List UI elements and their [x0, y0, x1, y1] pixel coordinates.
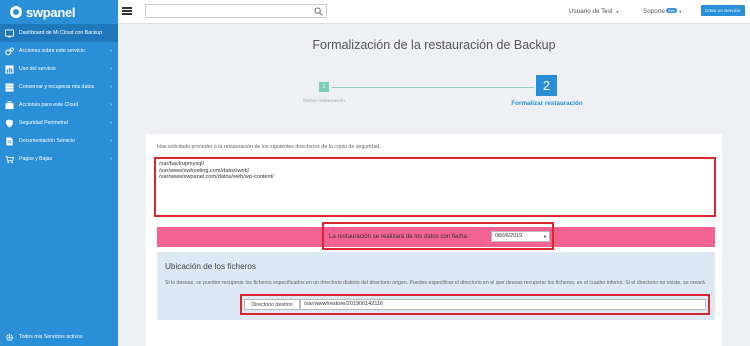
- location-description: Si lo deseas, se pueden recuperar los fi…: [165, 280, 707, 286]
- dashboard-icon: [5, 28, 14, 38]
- sidebar-item-label: Acciones sobre este servicio: [19, 48, 85, 54]
- chevron-down-icon: ▼: [543, 234, 547, 239]
- cart-icon: [5, 155, 14, 164]
- document-icon: [5, 136, 14, 146]
- sidebar-item-label: Uso del servicio: [19, 66, 56, 72]
- support-menu[interactable]: Soporte SW ▾: [643, 8, 681, 15]
- stepper-line: [332, 87, 534, 88]
- chevron-down-icon: ▾: [616, 9, 619, 14]
- sidebar-item-documentation[interactable]: Documentación Servicio ›: [0, 132, 118, 150]
- directory-item: /var/www/swhosting.com/datos/web/: [159, 167, 250, 174]
- menu-toggle-icon[interactable]: [122, 7, 132, 15]
- logo-icon: [10, 6, 22, 18]
- database-icon: [5, 82, 14, 92]
- user-menu[interactable]: Usuario de Test ▾: [569, 8, 618, 15]
- chart-icon: [5, 64, 14, 74]
- shield-icon: [5, 118, 14, 128]
- search-input[interactable]: [145, 4, 327, 18]
- directories-list: /var/backupmysql/ /var/www/swhosting.com…: [154, 157, 716, 217]
- sidebar-item-label: Conservar y recuperar mis datos: [19, 84, 95, 90]
- support-badge: SW: [666, 8, 677, 13]
- sidebar-item-label: Seguridad Perimetral: [19, 120, 68, 126]
- sidebar-item-label: Documentación Servicio: [19, 138, 75, 144]
- chevron-right-icon: ›: [110, 84, 112, 90]
- gear-icon: [5, 333, 14, 342]
- sidebar-footer-label: Todos mis Servicios activos: [19, 334, 83, 340]
- sidebar-item-payments[interactable]: Pagos y Bajas ›: [0, 150, 118, 168]
- gears-icon: [5, 46, 14, 56]
- chevron-right-icon: ›: [110, 102, 112, 108]
- chevron-right-icon: ›: [110, 156, 112, 162]
- page-title: Formalización de la restauración de Back…: [312, 38, 556, 52]
- chevron-down-icon: ▾: [679, 9, 682, 14]
- step-2-label: Formalizar restauración: [511, 100, 583, 107]
- logo-text: swpanel: [26, 4, 76, 20]
- restore-date-label: La restauración se realizará de los dato…: [329, 233, 467, 240]
- destination-input[interactable]: /var/www/restore/201906142116: [300, 299, 706, 310]
- step-2-marker: 2: [536, 75, 557, 96]
- sidebar-item-label: Acciones para este Cloud: [19, 102, 79, 108]
- sidebar-item-usage[interactable]: Uso del servicio ›: [0, 60, 118, 78]
- directory-item: /var/www/swpanel.com/datos/web/wp-conten…: [159, 174, 274, 181]
- sidebar-item-label: Pagos y Bajas: [19, 156, 53, 162]
- restore-date-value: 08/06/2019: [495, 233, 522, 239]
- destination-label: Directorio destino: [244, 299, 300, 310]
- logo[interactable]: swpanel: [0, 0, 118, 24]
- topbar: Usuario de Test ▾ Soporte SW ▾ Crear un S…: [118, 0, 750, 24]
- sidebar-item-label: Dashboard de Mi Cloud con Backup: [19, 30, 103, 36]
- step-1-label[interactable]: Definir restauración: [296, 99, 352, 104]
- restore-date-select[interactable]: 08/06/2019 ▼: [491, 231, 550, 242]
- intro-text: Has solicitado proceder a la restauració…: [157, 144, 381, 150]
- user-name: Usuario de Test: [569, 8, 613, 15]
- sidebar-item-dashboard[interactable]: Dashboard de Mi Cloud con Backup: [0, 24, 118, 42]
- sidebar-item-service-actions[interactable]: Acciones sobre este servicio ›: [0, 42, 118, 60]
- step-1-marker[interactable]: 1: [319, 82, 329, 92]
- sidebar-item-perimeter-security[interactable]: Seguridad Perimetral ›: [0, 114, 118, 132]
- location-title: Ubicación de los ficheros: [165, 262, 257, 271]
- chevron-right-icon: ›: [110, 66, 112, 72]
- chevron-right-icon: ›: [110, 120, 112, 126]
- sidebar: swpanel Dashboard de Mi Cloud con Backup…: [0, 0, 118, 346]
- chevron-right-icon: ›: [110, 138, 112, 144]
- chevron-right-icon: ›: [110, 48, 112, 54]
- sidebar-item-all-services[interactable]: Todos mis Servicios activos: [0, 328, 118, 346]
- search-icon[interactable]: [314, 7, 323, 16]
- briefcase-icon: [5, 100, 14, 110]
- directory-item: /var/backupmysql/: [159, 161, 205, 167]
- sidebar-item-backup-data[interactable]: Conservar y recuperar mis datos ›: [0, 78, 118, 96]
- sidebar-item-cloud-actions[interactable]: Acciones para este Cloud ›: [0, 96, 118, 114]
- support-label: Soporte: [643, 8, 666, 15]
- create-service-button[interactable]: Crear un Servicio: [701, 5, 745, 16]
